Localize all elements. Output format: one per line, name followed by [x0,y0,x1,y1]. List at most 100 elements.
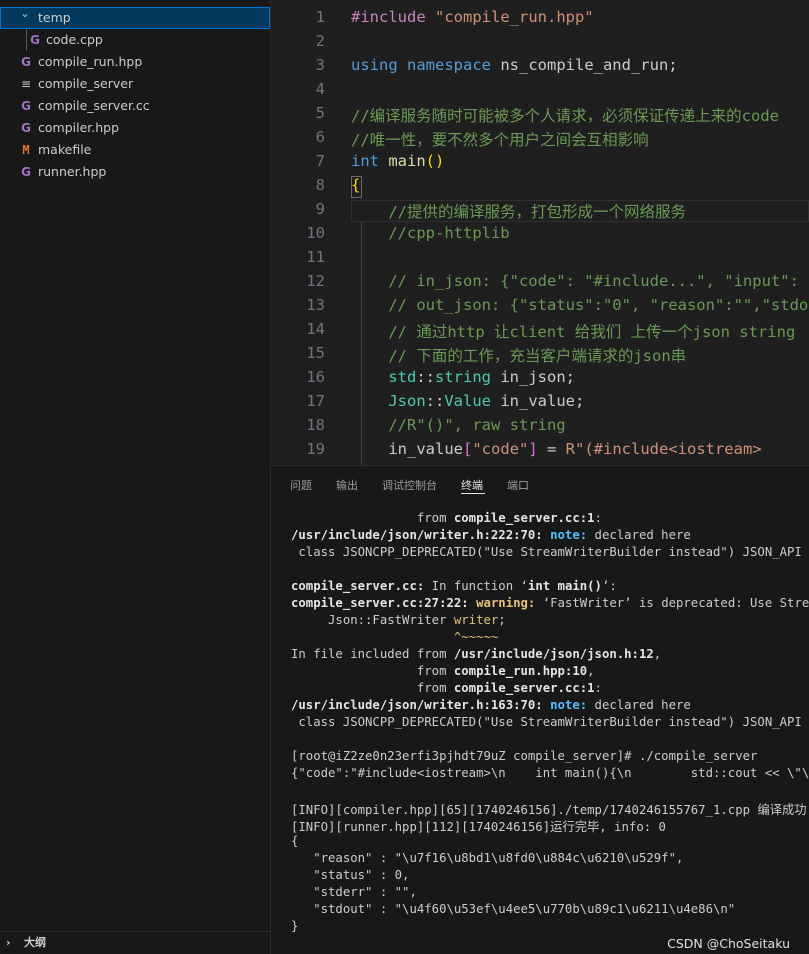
file-item-compile_server-cc[interactable]: Gcompile_server.cc [0,95,270,117]
code-token: in_json; [500,368,575,386]
code-line[interactable]: #include "compile_run.hpp" [351,8,594,26]
terminal-token: class JSONCPP_DEPRECATED("Use StreamWrit… [291,715,809,729]
code-token: in_value [351,440,463,458]
tree-item-label: compile_server.cc [38,98,150,113]
code-line[interactable]: using namespace ns_compile_and_run; [351,56,678,74]
code-line[interactable]: //唯一性，要不然多个用户之间会互相影响 [351,128,649,150]
code-line[interactable]: Json::Value in_value; [351,392,584,410]
cpp-file-icon: G [21,99,31,113]
line-number: 11 [306,248,325,266]
panel-tab-2[interactable]: 调试控制台 [382,477,437,493]
outline-section-header[interactable]: › 大纲 [0,931,270,954]
terminal-token: : [594,681,602,695]
code-token: std [351,368,417,386]
code-line[interactable]: // 下面的工作，充当客户端请求的json串 [351,344,686,366]
sidebar-top-edge [0,0,270,5]
code-token: //唯一性，要不然多个用户之间会互相影响 [351,131,649,149]
terminal-token: [INFO][compiler.hpp][65][1740246156]./te… [291,803,809,817]
terminal-line: ^~~~~~~~ [291,562,809,576]
terminal-token: In file included from [291,647,454,661]
code-line[interactable]: // out_json: {"status":"0", "reason":"",… [351,296,809,314]
terminal-line: compile_server.cc: In function ‘int main… [291,579,617,593]
code-token: //编译服务随时可能被多个人请求，必须保证传递上来的code [351,107,779,125]
code-token: Value [444,392,501,410]
terminal-token: compile_run.hpp:10 [453,664,588,678]
line-number: 5 [315,104,325,122]
code-token: string [435,368,501,386]
code-token: R"(#include<iostream> [565,440,762,458]
folder-item-temp[interactable]: ⌄ temp [0,7,270,29]
code-token: in_value; [500,392,585,410]
terminal-line: } [291,919,298,933]
terminal-line: "status" : 0, [291,868,409,882]
terminal-token: "status" : 0, [291,868,410,882]
code-editor[interactable]: 1 2 3 4 5 6 7 8 9 10 11 12 13 14 15 16 17 18 19 #include "… [271,0,809,465]
code-line[interactable]: { [351,176,360,194]
terminal-token: ‘FastWriter’ is deprecated: Use StreamWr… [542,596,809,610]
file-item-makefile[interactable]: Mmakefile [0,139,270,161]
tree-item-label: compile_server [38,76,134,91]
line-number: 16 [306,368,325,386]
terminal-token: ; [498,613,506,627]
code-line[interactable]: std::string in_json; [351,368,575,386]
line-number: 3 [315,56,325,74]
code-line[interactable]: // 通过http 让client 给我们 上传一个json string [351,320,795,342]
code-line[interactable]: //cpp-httplib [351,224,509,242]
panel-tab-4[interactable]: 端口 [507,477,529,493]
file-item-compile_server[interactable]: ≡ compile_server [0,73,270,95]
code-token: // 通过http 让client 给我们 上传一个json string [351,323,796,341]
code-token: // 下面的工作，充当客户端请求的json串 [351,347,687,365]
file-item-compile_run-hpp[interactable]: Gcompile_run.hpp [0,51,270,73]
terminal-line: {"code":"#include<iostream>\n int main()… [291,766,809,780]
terminal-token: {"code":"#include<iostream>\n int main()… [291,766,809,780]
terminal-line: from compile_server.cc:1: [291,511,602,525]
file-item-compiler-hpp[interactable]: Gcompiler.hpp [0,117,270,139]
code-line[interactable]: int main() [351,152,444,170]
line-number: 13 [306,296,325,314]
file-item-code-cpp[interactable]: Gcode.cpp [0,29,270,51]
panel-tab-3[interactable]: 终端 [461,477,483,493]
terminal-token: compile_server.cc:1 [453,681,595,695]
terminal-token: [root@iZ2ze0n23erfi3pjhdt79uZ compile_se… [291,749,758,763]
code-token: //提供的编译服务，打包形成一个网络服务 [351,203,686,221]
code-token: Json [351,392,426,410]
code-token: // out_json: {"status":"0", "reason":"",… [351,296,809,314]
panel-tab-0[interactable]: 问题 [290,477,312,493]
terminal-line: ^~~~~~ [291,630,498,644]
code-line[interactable]: //编译服务随时可能被多个人请求，必须保证传递上来的code [351,104,779,126]
chevron-down-icon: ⌄ [20,7,30,20]
code-token: = [537,440,566,458]
code-line[interactable]: in_value["code"] = R"(#include<iostream> [351,440,762,458]
terminal-line: Json::FastWriter writer; [291,613,506,627]
cpp-file-icon: G [21,55,31,69]
code-token: { [351,176,361,194]
code-token: int [351,152,389,170]
terminal-line: In file included from /usr/include/json/… [291,647,661,661]
code-token: #include [351,8,435,26]
code-line[interactable]: //提供的编译服务，打包形成一个网络服务 [351,200,686,222]
line-number: 17 [306,392,325,410]
cpp-file-icon: G [30,33,40,47]
code-token: main [388,152,426,170]
terminal-line: [INFO][compiler.hpp][65][1740246156]./te… [291,800,809,818]
tree-item-label: code.cpp [46,32,103,47]
code-token: [ [462,440,473,458]
cpp-file-icon: G [21,165,31,179]
terminal-token: compile_server.cc:1 [453,511,595,525]
code-token: ns_compile_and_run; [500,56,678,74]
code-line[interactable]: // in_json: {"code": "#include...", "inp… [351,272,809,290]
code-token: "code" [472,440,529,458]
tree-item-label: runner.hpp [38,164,107,179]
panel-tab-1[interactable]: 输出 [336,477,358,493]
terminal-token: "stdout" : "\u4f60\u53ef\u4ee5\u770b\u89… [291,902,736,916]
file-item-runner-hpp[interactable]: Grunner.hpp [0,161,270,183]
line-number: 19 [306,440,325,458]
terminal-token: warning: [476,596,543,610]
terminal-line: { [291,834,298,848]
line-number: 1 [315,8,325,26]
code-line[interactable]: //R"()", raw string [351,416,565,434]
terminal-token: ’: [601,579,617,593]
terminal-token: ^~~~~~ [291,630,499,644]
terminal-token: ^~~~~~~~ [291,562,809,576]
terminal-token: int main() [527,579,602,593]
